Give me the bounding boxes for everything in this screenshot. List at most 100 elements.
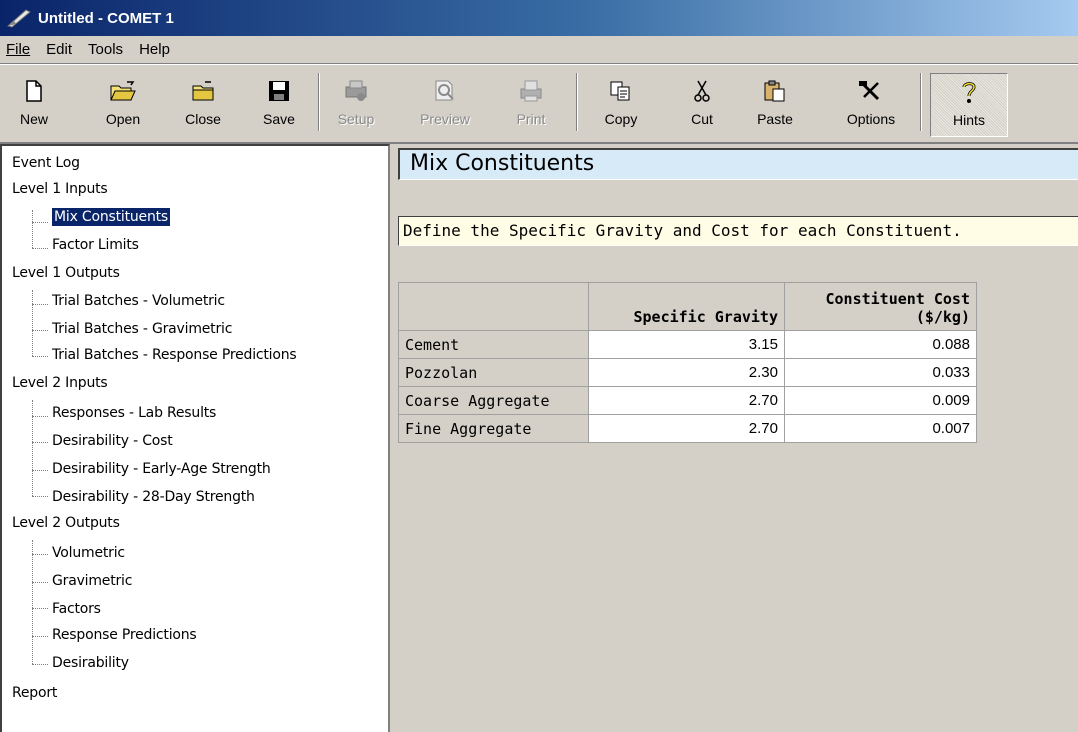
copy-label: Copy	[604, 111, 638, 127]
tree-connector	[32, 210, 33, 248]
tree-connector	[32, 330, 48, 331]
menu-tools[interactable]: Tools	[88, 41, 123, 58]
close-folder-icon	[187, 77, 219, 105]
page-title: Mix Constituents	[398, 148, 1078, 180]
open-button[interactable]: Open	[98, 77, 148, 137]
printer-setup-icon	[340, 77, 372, 105]
scissors-icon	[686, 77, 718, 105]
app-icon	[6, 9, 31, 28]
tree-connector	[32, 290, 33, 356]
specific-gravity-cell[interactable]: 3.15	[588, 330, 785, 359]
save-button[interactable]: Save	[254, 77, 304, 137]
tree-item-factors[interactable]: Factors	[52, 596, 101, 622]
table-row: Coarse Aggregate 2.70 0.009	[398, 386, 977, 415]
cost-cell[interactable]: 0.033	[784, 358, 977, 387]
cut-button[interactable]: Cut	[680, 77, 724, 137]
clipboard-paste-icon	[759, 77, 791, 105]
tree-item-desirability-cost[interactable]: Desirability - Cost	[52, 428, 173, 454]
tree-item-desirability[interactable]: Desirability	[52, 650, 129, 676]
tree-item-responses-lab[interactable]: Responses - Lab Results	[52, 400, 216, 426]
tree-item-trial-response-predictions[interactable]: Trial Batches - Response Predictions	[52, 342, 297, 368]
title-bar[interactable]: Untitled - COMET 1	[0, 0, 1078, 36]
setup-label: Setup	[337, 111, 375, 127]
cost-cell[interactable]: 0.088	[784, 330, 977, 359]
close-label: Close	[185, 111, 221, 127]
content-pane: Mix Constituents Define the Specific Gra…	[390, 144, 1078, 732]
paste-label: Paste	[757, 111, 793, 127]
open-label: Open	[105, 111, 141, 127]
preview-label: Preview	[420, 111, 470, 127]
tree-connector	[32, 540, 33, 664]
menu-bar: File Edit Tools Help	[0, 36, 1078, 64]
cost-cell[interactable]: 0.007	[784, 414, 977, 443]
tree-item-report[interactable]: Report	[12, 680, 57, 706]
specific-gravity-cell[interactable]: 2.70	[588, 386, 785, 415]
tree-item-desirability-early[interactable]: Desirability - Early-Age Strength	[52, 456, 271, 482]
toolbar-separator	[920, 73, 922, 131]
cost-cell[interactable]: 0.009	[784, 386, 977, 415]
table-row: Cement 3.15 0.088	[398, 330, 977, 359]
table-header-row: Specific Gravity Constituent Cost ($/kg)	[398, 282, 977, 331]
toolbar-separator	[318, 73, 320, 131]
tree-connector	[32, 496, 48, 497]
tree-item-desirability-28day[interactable]: Desirability - 28-Day Strength	[52, 484, 255, 510]
hints-button[interactable]: Hints	[930, 73, 1008, 137]
new-label: New	[19, 111, 48, 127]
tree-item-level1-inputs[interactable]: Level 1 Inputs	[12, 176, 108, 202]
row-header: Pozzolan	[398, 358, 589, 387]
floppy-disk-icon	[263, 77, 295, 105]
options-label: Options	[846, 111, 896, 127]
tree-connector	[32, 554, 48, 555]
menu-help[interactable]: Help	[139, 41, 170, 58]
preview-button[interactable]: Preview	[410, 77, 480, 137]
tree-connector	[32, 400, 33, 496]
tree-connector	[32, 442, 48, 443]
row-header: Fine Aggregate	[398, 414, 589, 443]
tree-item-level2-outputs[interactable]: Level 2 Outputs	[12, 510, 120, 536]
toolbar: New Open Close Save Setup Preview Print …	[0, 64, 1078, 144]
tree-item-event-log[interactable]: Event Log	[12, 150, 80, 176]
save-label: Save	[263, 111, 295, 127]
table-corner-cell	[398, 282, 589, 331]
window-title: Untitled - COMET 1	[38, 9, 174, 27]
specific-gravity-cell[interactable]: 2.30	[588, 358, 785, 387]
open-folder-icon	[107, 77, 139, 105]
column-header-specific-gravity: Specific Gravity	[588, 282, 785, 331]
tree-connector	[32, 636, 48, 637]
paste-button[interactable]: Paste	[746, 77, 804, 137]
tree-item-trial-gravimetric[interactable]: Trial Batches - Gravimetric	[52, 316, 232, 342]
tree-item-response-predictions[interactable]: Response Predictions	[52, 622, 197, 648]
cut-label: Cut	[691, 111, 713, 127]
tree-item-mix-constituents[interactable]: Mix Constituents	[50, 204, 172, 230]
tree-connector	[32, 248, 48, 249]
tree-item-level2-inputs[interactable]: Level 2 Inputs	[12, 370, 108, 396]
hints-label: Hints	[953, 112, 985, 128]
menu-file[interactable]: File	[6, 41, 30, 58]
print-button[interactable]: Print	[506, 77, 556, 137]
menu-edit[interactable]: Edit	[46, 41, 72, 58]
table-row: Fine Aggregate 2.70 0.007	[398, 414, 977, 443]
tree-item-level1-outputs[interactable]: Level 1 Outputs	[12, 260, 120, 286]
row-header: Coarse Aggregate	[398, 386, 589, 415]
tree-item-gravimetric[interactable]: Gravimetric	[52, 568, 132, 594]
question-hint-icon	[953, 78, 985, 106]
tree-item-trial-volumetric[interactable]: Trial Batches - Volumetric	[52, 288, 225, 314]
specific-gravity-cell[interactable]: 2.70	[588, 414, 785, 443]
new-document-icon	[18, 77, 50, 105]
instructions-text: Define the Specific Gravity and Cost for…	[398, 216, 1078, 246]
close-button[interactable]: Close	[176, 77, 230, 137]
setup-button[interactable]: Setup	[330, 77, 382, 137]
tree-item-factor-limits[interactable]: Factor Limits	[52, 232, 139, 258]
copy-icon	[605, 77, 637, 105]
constituents-table: Specific Gravity Constituent Cost ($/kg)…	[398, 282, 977, 443]
printer-icon	[515, 77, 547, 105]
copy-button[interactable]: Copy	[592, 77, 650, 137]
toolbar-separator	[576, 73, 578, 131]
new-button[interactable]: New	[12, 77, 56, 137]
options-button[interactable]: Options	[834, 77, 908, 137]
tree-item-volumetric[interactable]: Volumetric	[52, 540, 125, 566]
tools-options-icon	[855, 77, 887, 105]
cost-header-line1: Constituent Cost	[825, 290, 971, 308]
tree-connector	[32, 222, 48, 223]
navigation-tree: Event Log Level 1 Inputs Mix Constituent…	[0, 144, 390, 732]
